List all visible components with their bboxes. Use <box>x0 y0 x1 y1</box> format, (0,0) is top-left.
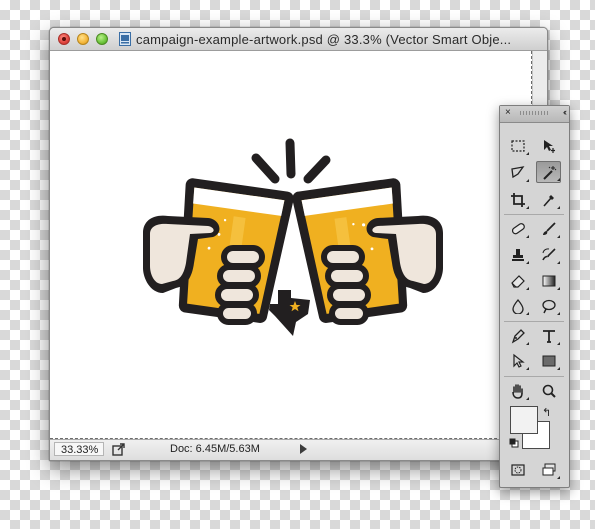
cheers-line-right <box>303 155 331 184</box>
dodge-icon[interactable] <box>538 296 560 316</box>
tool-separator <box>504 321 564 322</box>
document-size: Doc: 6.45M/5.63M <box>170 443 260 455</box>
title-bar[interactable]: campaign-example-artwork.psd @ 33.3% (Ve… <box>50 28 547 51</box>
psd-document-icon <box>119 32 131 46</box>
cheers-line-left <box>251 153 280 184</box>
document-window: campaign-example-artwork.psd @ 33.3% (Ve… <box>49 27 548 461</box>
clone-stamp-icon[interactable] <box>507 245 529 265</box>
brush-icon[interactable] <box>538 219 560 239</box>
zoom-level-field[interactable]: 33.33% <box>54 442 104 456</box>
crop-icon[interactable] <box>507 190 529 210</box>
rectangular-marquee-icon[interactable] <box>507 136 529 156</box>
tools-panel-header[interactable]: × ‹‹ <box>500 106 569 123</box>
lasso-icon[interactable] <box>507 163 529 183</box>
close-window-button[interactable] <box>58 33 70 45</box>
panel-collapse-button[interactable]: ‹‹ <box>563 107 567 117</box>
quick-mask-icon[interactable] <box>507 460 529 480</box>
panel-grip[interactable] <box>520 111 548 115</box>
cheers-lines <box>251 138 331 184</box>
magic-wand-icon[interactable] <box>536 161 561 183</box>
status-bar: 33.33% Doc: 6.45M/5.63M <box>50 439 532 460</box>
pen-icon[interactable] <box>507 326 529 346</box>
zoom-icon[interactable] <box>538 381 560 401</box>
window-title: campaign-example-artwork.psd @ 33.3% (Ve… <box>136 32 512 47</box>
eyedropper-icon[interactable] <box>538 190 560 210</box>
tools-panel: × ‹‹ ↰ <box>499 105 570 488</box>
tool-separator <box>504 376 564 377</box>
foreground-color-swatch[interactable] <box>510 406 538 434</box>
screen-mode-icon[interactable] <box>538 460 560 480</box>
texas-star-icon <box>269 290 310 336</box>
document-canvas[interactable] <box>50 51 532 439</box>
hand-icon[interactable] <box>507 381 529 401</box>
beer-toast-artwork <box>143 138 443 336</box>
type-icon[interactable] <box>538 326 560 346</box>
swap-colors-icon[interactable]: ↰ <box>542 406 551 419</box>
cheers-line-center <box>285 138 296 179</box>
minimize-window-button[interactable] <box>77 33 89 45</box>
gradient-icon[interactable] <box>538 271 560 291</box>
export-icon[interactable] <box>112 443 126 456</box>
status-menu-arrow-icon[interactable] <box>300 444 307 454</box>
tool-separator <box>504 214 564 215</box>
eraser-icon[interactable] <box>507 271 529 291</box>
zoom-window-button[interactable] <box>96 33 108 45</box>
rectangle-icon[interactable] <box>538 351 560 371</box>
move-icon[interactable] <box>538 136 560 156</box>
history-brush-icon[interactable] <box>538 245 560 265</box>
default-colors-icon[interactable] <box>509 438 519 448</box>
healing-brush-icon[interactable] <box>507 219 529 239</box>
panel-close-button[interactable]: × <box>505 107 511 118</box>
path-selection-icon[interactable] <box>507 351 529 371</box>
blur-icon[interactable] <box>507 296 529 316</box>
